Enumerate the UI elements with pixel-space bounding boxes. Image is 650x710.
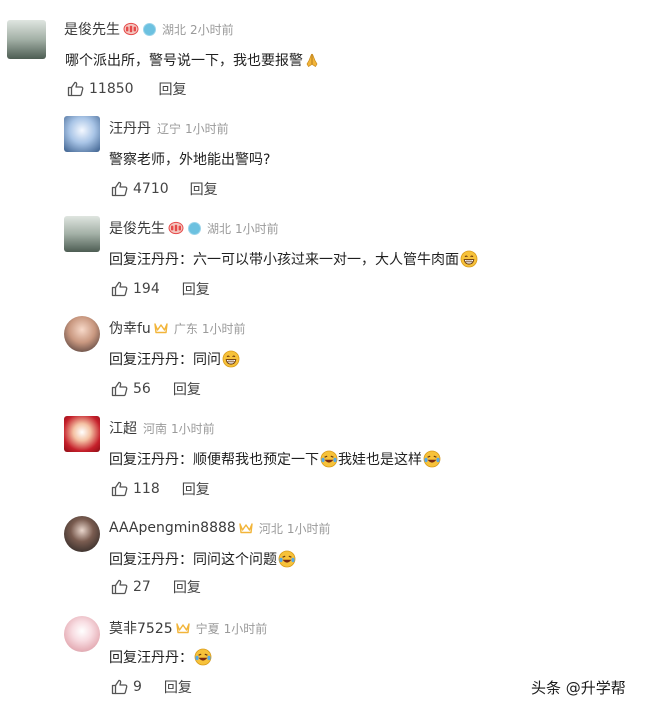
location: 河北 [258,521,283,536]
username[interactable]: AAApengmin8888 [109,520,236,536]
timestamp: 1小时前 [223,621,268,636]
comment-header: 莫非7525 宁夏 1小时前 [109,618,267,638]
laugh-cry-emoji-icon [194,648,212,666]
comment-text: 回复汪丹丹：同问 [109,349,240,369]
reply-button[interactable]: 回复 [159,79,187,99]
location: 湖北 [207,221,232,236]
like-icon[interactable] [67,81,84,97]
comment-text: 回复汪丹丹：六一可以带小孩过来一对一，大人管牛肉面 [109,249,478,269]
reply-button[interactable]: 回复 [173,577,201,597]
location: 辽宁 [157,121,182,136]
crown-icon [176,622,190,634]
avatar[interactable] [64,116,100,152]
location: 湖北 [162,22,187,37]
comment-header: 伪幸fu 广东 1小时前 [109,318,245,338]
reply-button[interactable]: 回复 [190,179,218,199]
comment-body: 回复汪丹丹：顺便帮我也预定一下 [109,452,319,468]
timestamp: 1小时前 [171,421,215,436]
location: 广东 [173,321,198,336]
laugh-cry-emoji-icon [423,450,441,468]
comment-body-continued: 我娃也是这样 [338,452,422,468]
laugh-cry-emoji-icon [320,450,338,468]
comment-header: 是俊先生 湖北 1小时前 [109,218,279,238]
comment-actions: 194 回复 [111,280,210,298]
comment-actions: 11850 回复 [67,80,187,98]
comment-actions: 9 回复 [111,678,192,696]
source-watermark: 头条 @升学帮 [531,679,626,697]
grin-emoji-icon [460,250,478,268]
location: 宁夏 [195,621,220,636]
like-count: 27 [133,579,151,595]
like-icon[interactable] [111,181,128,197]
avatar[interactable] [64,516,100,552]
comment-header: AAApengmin8888 河北 1小时前 [109,518,330,538]
comment-body: 警察老师，外地能出警吗? [109,152,271,168]
username[interactable]: 伪幸fu [109,318,151,338]
comment-body: 回复汪丹丹：同问这个问题 [109,552,277,568]
like-icon[interactable] [111,679,128,695]
comment-actions: 4710 回复 [111,180,218,198]
comment-text: 回复汪丹丹： [109,647,212,667]
username[interactable]: 江超 [109,418,137,438]
comment-actions: 56 回复 [111,380,201,398]
fan-badge-icon [123,22,139,36]
timestamp: 2小时前 [190,22,234,37]
reply-button[interactable]: 回复 [164,677,192,697]
verified-icon [188,221,201,235]
like-count: 4710 [133,181,169,197]
pray-emoji-icon [304,52,320,68]
comment-body: 回复汪丹丹：六一可以带小孩过来一对一，大人管牛肉面 [109,252,459,268]
comment-text: 回复汪丹丹：顺便帮我也预定一下 我娃也是这样 [109,449,441,469]
avatar[interactable] [64,316,100,352]
comment-header: 是俊先生 湖北 2小时前 [64,19,234,39]
like-icon[interactable] [111,481,128,497]
username[interactable]: 是俊先生 [64,19,120,39]
avatar[interactable] [64,216,100,252]
like-count: 11850 [89,81,134,97]
avatar[interactable] [64,616,100,652]
comment-actions: 118 回复 [111,480,210,498]
like-count: 56 [133,381,151,397]
username[interactable]: 是俊先生 [109,218,165,238]
like-count: 194 [133,281,160,297]
grin-emoji-icon [222,350,240,368]
comment-header: 汪丹丹 辽宁 1小时前 [109,118,229,138]
comment-actions: 27 回复 [111,578,201,596]
like-icon[interactable] [111,281,128,297]
location: 河南 [143,421,168,436]
verified-icon [143,22,156,36]
like-icon[interactable] [111,579,128,595]
avatar[interactable] [64,416,100,452]
like-count: 9 [133,679,142,695]
comment-text: 警察老师，外地能出警吗? [109,149,270,169]
timestamp: 1小时前 [286,521,331,536]
timestamp: 1小时前 [185,121,229,136]
laugh-cry-emoji-icon [278,550,296,568]
comment-body: 回复汪丹丹：同问 [109,352,221,368]
avatar[interactable] [7,20,46,59]
like-icon[interactable] [111,381,128,397]
like-count: 118 [133,481,160,497]
timestamp: 1小时前 [235,221,279,236]
reply-button[interactable]: 回复 [173,379,201,399]
crown-icon [154,322,168,334]
reply-button[interactable]: 回复 [182,279,210,299]
comment-body: 回复汪丹丹： [109,650,193,666]
comment-body: 哪个派出所，警号说一下，我也要报警 [65,53,303,69]
username[interactable]: 汪丹丹 [109,118,151,138]
comment-text: 回复汪丹丹：同问这个问题 [109,549,296,569]
fan-badge-icon [168,221,184,235]
timestamp: 1小时前 [201,321,246,336]
username[interactable]: 莫非7525 [109,618,173,638]
comment-text: 哪个派出所，警号说一下，我也要报警 [65,50,320,70]
reply-button[interactable]: 回复 [182,479,210,499]
comment-header: 江超 河南 1小时前 [109,418,215,438]
crown-icon [239,522,253,534]
